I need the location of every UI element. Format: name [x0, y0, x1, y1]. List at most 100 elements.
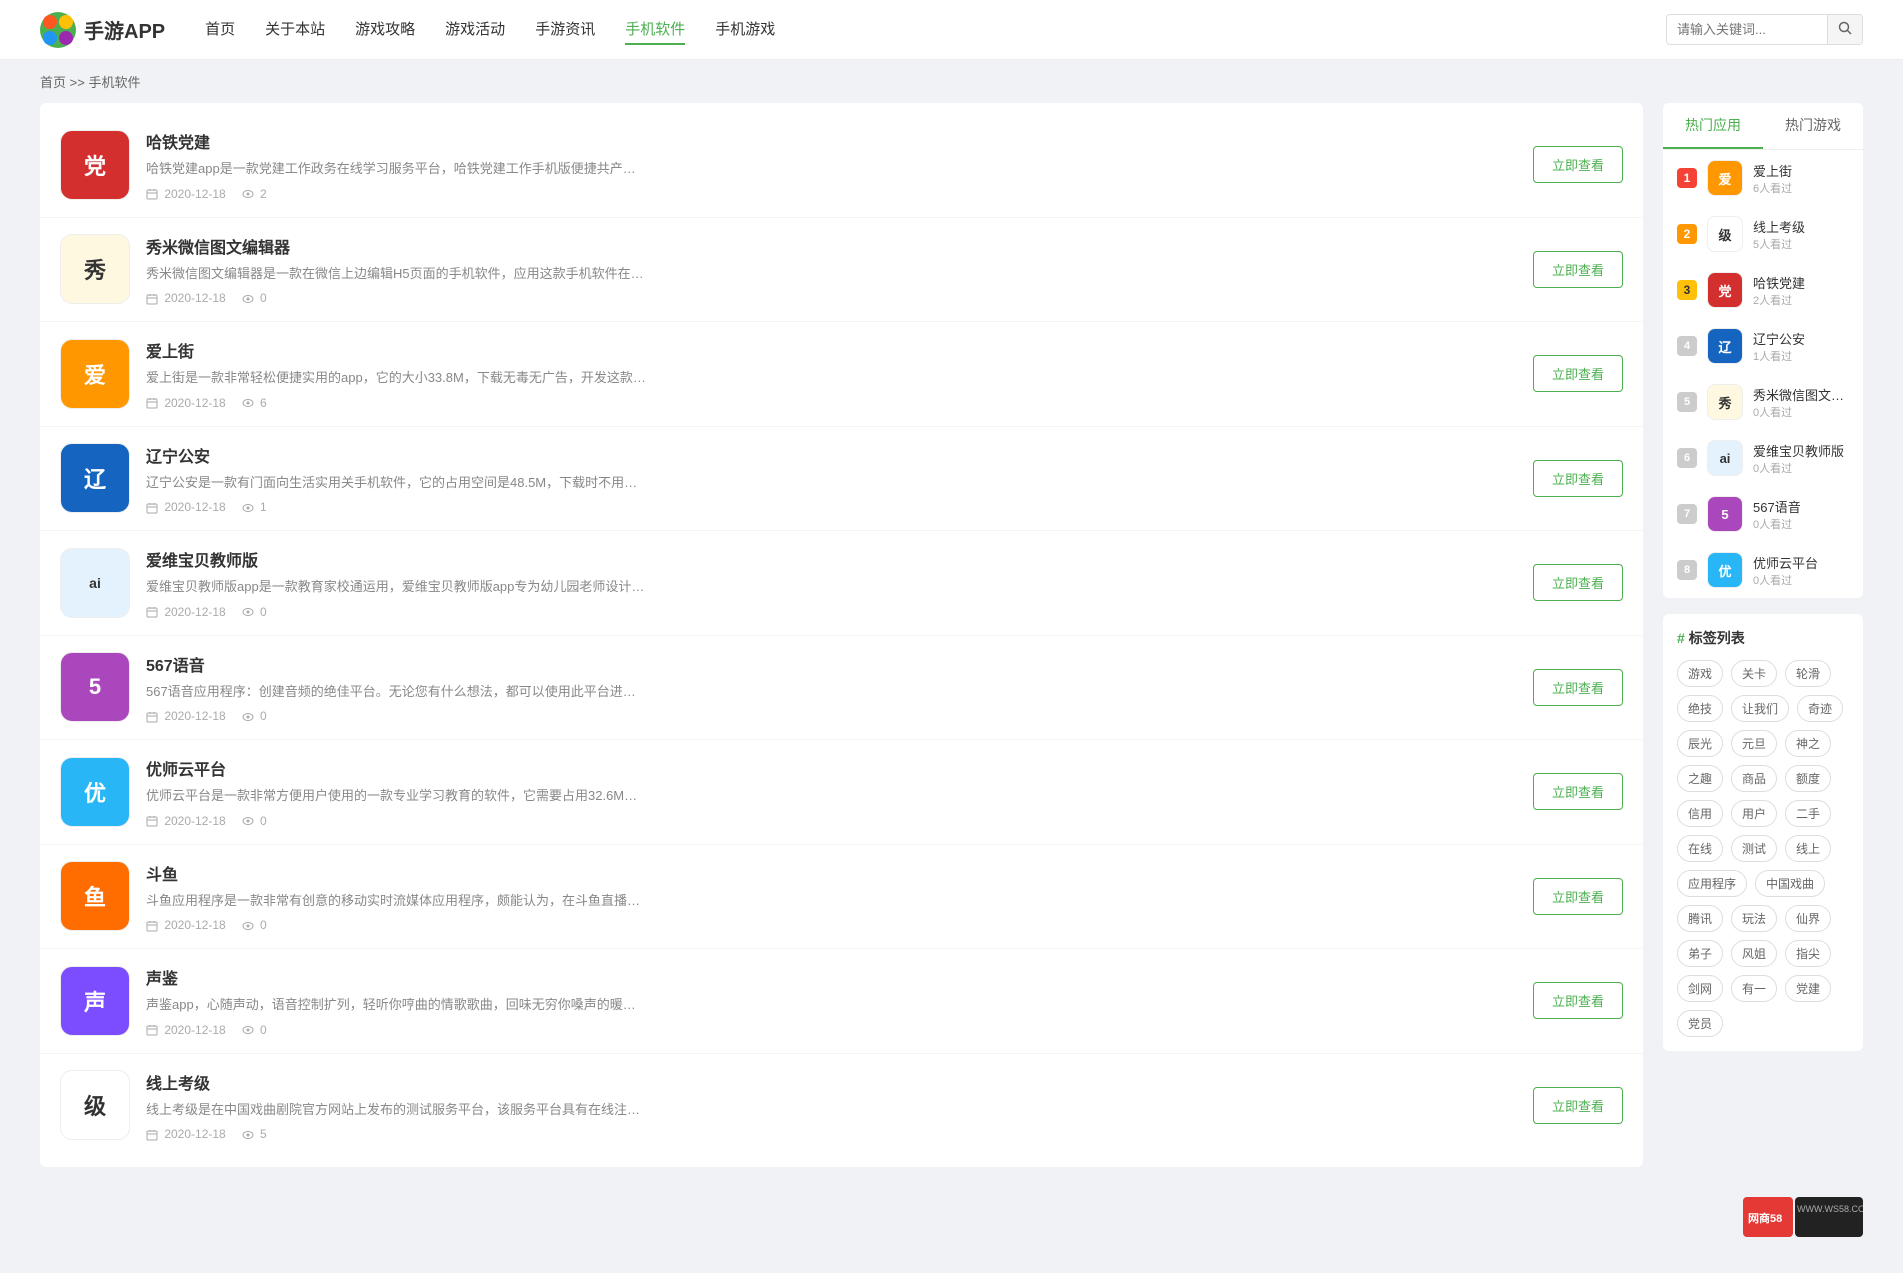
app-icon-3: 辽: [60, 443, 130, 513]
app-meta-3: 2020-12-18 1: [146, 500, 1513, 514]
app-desc-5: 567语音应用程序：创建音频的绝佳平台。无论您有什么想法，都可以使用此平台进行创…: [146, 682, 646, 702]
hot-name-0: 爱上街: [1753, 161, 1849, 180]
hot-item-2: 3 党 哈铁党建 2人看过: [1663, 262, 1863, 318]
app-views-6: 0: [242, 814, 267, 828]
tag-item-27[interactable]: 有一: [1731, 975, 1777, 1002]
eye-icon: [242, 293, 254, 305]
nav-strategy[interactable]: 游戏攻略: [355, 14, 415, 45]
tag-item-11[interactable]: 额度: [1785, 765, 1831, 792]
hot-icon-7: 优: [1707, 552, 1743, 588]
tag-item-15[interactable]: 在线: [1677, 835, 1723, 862]
tag-item-22[interactable]: 仙界: [1785, 905, 1831, 932]
tag-item-0[interactable]: 游戏: [1677, 660, 1723, 687]
hot-name-5: 爱维宝贝教师版: [1753, 441, 1849, 460]
tag-item-8[interactable]: 神之: [1785, 730, 1831, 757]
hot-item-1: 2 级 线上考级 5人看过: [1663, 206, 1863, 262]
app-btn-6: 立即查看: [1533, 773, 1623, 810]
view-button-7[interactable]: 立即查看: [1533, 878, 1623, 915]
app-info-7: 斗鱼 斗鱼应用程序是一款非常有创意的移动实时流媒体应用程序，颇能认为，在斗鱼直播…: [146, 861, 1513, 933]
tag-item-14[interactable]: 二手: [1785, 800, 1831, 827]
app-desc-1: 秀米微信图文编辑器是一款在微信上边编辑H5页面的手机软件，应用这款手机软件在安装…: [146, 264, 646, 284]
hot-views-4: 0人看过: [1753, 404, 1849, 420]
tag-item-17[interactable]: 线上: [1785, 835, 1831, 862]
app-btn-1: 立即查看: [1533, 251, 1623, 288]
tab-hot-games[interactable]: 热门游戏: [1763, 103, 1863, 149]
view-button-5[interactable]: 立即查看: [1533, 669, 1623, 706]
tag-item-26[interactable]: 剑网: [1677, 975, 1723, 1002]
view-button-3[interactable]: 立即查看: [1533, 460, 1623, 497]
view-button-2[interactable]: 立即查看: [1533, 355, 1623, 392]
app-date-3: 2020-12-18: [146, 500, 226, 514]
tag-item-19[interactable]: 中国戏曲: [1755, 870, 1825, 897]
tag-item-16[interactable]: 测试: [1731, 835, 1777, 862]
search-box: [1666, 14, 1863, 45]
app-item: 优 优师云平台 优师云平台是一款非常方便用户使用的一款专业学习教育的软件，它需要…: [40, 740, 1643, 845]
tag-item-29[interactable]: 党员: [1677, 1010, 1723, 1037]
app-desc-3: 辽宁公安是一款有门面向生活实用关手机软件，它的占用空间是48.5M，下载时不用担…: [146, 473, 646, 493]
tag-item-4[interactable]: 让我们: [1731, 695, 1789, 722]
hot-rank-1: 2: [1677, 224, 1697, 244]
hot-icon-0: 爱: [1707, 160, 1743, 196]
view-button-0[interactable]: 立即查看: [1533, 146, 1623, 183]
view-button-9[interactable]: 立即查看: [1533, 1087, 1623, 1124]
app-desc-0: 哈铁党建app是一款党建工作政务在线学习服务平台，哈铁党建工作手机版便捷共产党员…: [146, 159, 646, 179]
nav-activity[interactable]: 游戏活动: [445, 14, 505, 45]
app-views-9: 5: [242, 1127, 267, 1141]
nav-software[interactable]: 手机软件: [625, 14, 685, 45]
app-date-4: 2020-12-18: [146, 605, 226, 619]
eye-icon: [242, 711, 254, 723]
app-btn-7: 立即查看: [1533, 878, 1623, 915]
hot-name-4: 秀米微信图文编...: [1753, 385, 1849, 404]
tag-item-5[interactable]: 奇迹: [1797, 695, 1843, 722]
tag-item-24[interactable]: 风姐: [1731, 940, 1777, 967]
app-desc-9: 线上考级是在中国戏曲剧院官方网站上发布的测试服务平台，该服务平台具有在线注册、在…: [146, 1100, 646, 1120]
app-name-6: 优师云平台: [146, 756, 1513, 780]
hot-icon-5: ai: [1707, 440, 1743, 476]
app-name-1: 秀米微信图文编辑器: [146, 234, 1513, 258]
view-button-6[interactable]: 立即查看: [1533, 773, 1623, 810]
tag-item-23[interactable]: 弟子: [1677, 940, 1723, 967]
app-date-0: 2020-12-18: [146, 187, 226, 201]
tag-item-2[interactable]: 轮滑: [1785, 660, 1831, 687]
view-button-8[interactable]: 立即查看: [1533, 982, 1623, 1019]
hot-item-3: 4 辽 辽宁公安 1人看过: [1663, 318, 1863, 374]
tab-hot-apps[interactable]: 热门应用: [1663, 103, 1763, 149]
tag-item-28[interactable]: 党建: [1785, 975, 1831, 1002]
hot-views-7: 0人看过: [1753, 572, 1849, 588]
hot-rank-4: 5: [1677, 392, 1697, 412]
tag-item-10[interactable]: 商品: [1731, 765, 1777, 792]
app-btn-3: 立即查看: [1533, 460, 1623, 497]
view-button-1[interactable]: 立即查看: [1533, 251, 1623, 288]
app-icon-7: 鱼: [60, 861, 130, 931]
tag-item-3[interactable]: 绝技: [1677, 695, 1723, 722]
tag-item-6[interactable]: 辰光: [1677, 730, 1723, 757]
eye-icon: [242, 397, 254, 409]
nav: 首页 关于本站 游戏攻略 游戏活动 手游资讯 手机软件 手机游戏: [205, 14, 1666, 45]
search-input[interactable]: [1667, 16, 1827, 43]
tag-item-13[interactable]: 用户: [1731, 800, 1777, 827]
app-info-2: 爱上街 爱上街是一款非常轻松便捷实用的app，它的大小33.8M，下载无毒无广告…: [146, 338, 1513, 410]
nav-home[interactable]: 首页: [205, 14, 235, 45]
app-name-9: 线上考级: [146, 1070, 1513, 1094]
eye-icon: [242, 815, 254, 827]
tag-item-1[interactable]: 关卡: [1731, 660, 1777, 687]
nav-about[interactable]: 关于本站: [265, 14, 325, 45]
hot-rank-6: 7: [1677, 504, 1697, 524]
eye-icon: [242, 606, 254, 618]
nav-news[interactable]: 手游资讯: [535, 14, 595, 45]
logo: 手游APP: [40, 12, 165, 48]
tag-item-18[interactable]: 应用程序: [1677, 870, 1747, 897]
search-icon: [1838, 21, 1852, 35]
tag-item-21[interactable]: 玩法: [1731, 905, 1777, 932]
tag-item-12[interactable]: 信用: [1677, 800, 1723, 827]
nav-games[interactable]: 手机游戏: [715, 14, 775, 45]
eye-icon: [242, 1129, 254, 1141]
breadcrumb-home[interactable]: 首页: [40, 75, 66, 90]
search-button[interactable]: [1827, 15, 1862, 44]
tag-item-9[interactable]: 之趣: [1677, 765, 1723, 792]
view-button-4[interactable]: 立即查看: [1533, 564, 1623, 601]
tag-item-7[interactable]: 元旦: [1731, 730, 1777, 757]
tag-item-20[interactable]: 腾讯: [1677, 905, 1723, 932]
tag-item-25[interactable]: 指尖: [1785, 940, 1831, 967]
app-name-7: 斗鱼: [146, 861, 1513, 885]
